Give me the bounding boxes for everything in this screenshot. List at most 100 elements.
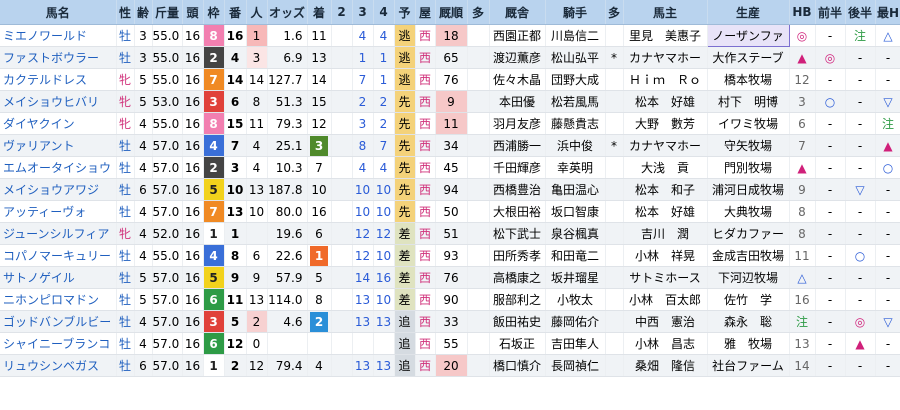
table-row[interactable]: シャイニーブランコ牡 4 57.0 16 6 12 0 追西 55 石坂正 吉田隼人 小林 昌志雅 牧… — [0, 332, 900, 355]
cell-owner[interactable]: 小林 昌志 — [623, 332, 708, 355]
table-row[interactable]: ニホンピロマドン牡 5 57.0 16 6 11 13 114.0 8 13 10 差西 90 服部利之小… — [0, 288, 900, 311]
cell-jockey[interactable]: 亀田温心 — [545, 178, 606, 201]
table-row[interactable]: カクテルドレス牝 5 55.0 16 7 14 14 127.7 14 7 1 逃西 76 佐々木晶 団野大… — [0, 68, 900, 91]
cell-jockey[interactable]: 浜中俊 — [545, 134, 606, 157]
cell-horse-name[interactable]: エムオータイショウ — [0, 156, 117, 179]
cell-breeder[interactable]: 守矢牧場 — [707, 134, 790, 157]
cell-trainer[interactable]: 松下武士 — [489, 222, 546, 245]
header-age[interactable]: 齢 — [134, 0, 153, 25]
cell-jockey[interactable]: 藤懸貴志 — [545, 112, 606, 135]
header-breeder[interactable]: 生産 — [707, 0, 790, 25]
table-row[interactable]: エムオータイショウ牡 4 57.0 16 2 3 4 10.3 7 4 4 先西 45 千田輝彦 幸英明 大浅… — [0, 156, 900, 179]
cell-owner[interactable]: サトミホース — [623, 266, 708, 289]
header-finish[interactable]: 着 — [307, 0, 332, 25]
table-row[interactable]: メイショウヒバリ牝 5 53.0 16 3 6 8 51.3 15 2 2 先西 9 本田優 松若風馬 松本 … — [0, 90, 900, 113]
cell-jockey[interactable]: 幸英明 — [545, 156, 606, 179]
cell-jockey[interactable]: 松若風馬 — [545, 90, 606, 113]
cell-breeder[interactable]: 大典牧場 — [707, 200, 790, 223]
cell-jockey[interactable]: 泉谷楓真 — [545, 222, 606, 245]
table-row[interactable]: メイショウアワジ牡 6 57.0 16 5 10 13 187.8 10 10 10 先西 94 西橋豊治… — [0, 178, 900, 201]
cell-breeder[interactable]: 橋本牧場 — [707, 68, 790, 91]
cell-owner[interactable]: 松本 和子 — [623, 178, 708, 201]
cell-trainer[interactable]: 橋口慎介 — [489, 354, 546, 377]
cell-owner[interactable]: 松本 好雄 — [623, 200, 708, 223]
header-horse-name[interactable]: 馬名 — [0, 0, 117, 25]
table-row[interactable]: ジューンシルフィア牝 4 52.0 16 1 1 19.6 6 12 12 差西 51 松下武士 泉谷楓真… — [0, 222, 900, 245]
cell-horse-name[interactable]: メイショウヒバリ — [0, 90, 117, 113]
cell-jockey[interactable]: 小牧太 — [545, 288, 606, 311]
cell-horse-name[interactable]: サトノゲイル — [0, 266, 117, 289]
cell-trainer[interactable]: 飯田祐史 — [489, 310, 546, 333]
cell-horse-name[interactable]: ダイヤクイン — [0, 112, 117, 135]
cell-trainer[interactable]: 佐々木晶 — [489, 68, 546, 91]
table-row[interactable]: ゴッドバンブルビー牡 4 57.0 16 3 5 2 4.6 2 13 13 追西 33 飯田祐史 藤岡佑介… — [0, 310, 900, 333]
cell-horse-name[interactable]: ジューンシルフィア — [0, 222, 117, 245]
header-prediction[interactable]: 予 — [394, 0, 416, 25]
header-multi[interactable]: 多 — [467, 0, 490, 25]
header-multi-2[interactable]: 多 — [605, 0, 624, 25]
cell-jockey[interactable]: 松山弘平 — [545, 46, 606, 69]
cell-jockey[interactable]: 藤岡佑介 — [545, 310, 606, 333]
cell-horse-name[interactable]: コパノマーキュリー — [0, 244, 117, 267]
cell-breeder[interactable]: 大作ステーブ — [707, 46, 790, 69]
cell-jockey[interactable]: 団野大成 — [545, 68, 606, 91]
cell-horse-name[interactable]: ニホンピロマドン — [0, 288, 117, 311]
cell-horse-name[interactable]: ファストボウラー — [0, 46, 117, 69]
table-row[interactable]: アッティーヴォ牡 4 57.0 16 7 13 10 80.0 16 10 10 先西 50 大根田裕 坂口… — [0, 200, 900, 223]
cell-breeder[interactable]: ヒダカファー — [707, 222, 790, 245]
cell-horse-name[interactable]: カクテルドレス — [0, 68, 117, 91]
cell-breeder[interactable]: ノーザンファ — [706, 24, 790, 47]
header-stable-rank[interactable]: 厩順 — [435, 0, 468, 25]
cell-horse-name[interactable]: ゴッドバンブルビー — [0, 310, 117, 333]
cell-owner[interactable]: 大浅 貢 — [623, 156, 708, 179]
cell-owner[interactable]: 里見 美惠子 — [623, 24, 708, 47]
table-row[interactable]: サトノゲイル牡 5 57.0 16 5 9 9 57.9 5 14 16 差西 76 高橋康之 坂井瑠星 サト… — [0, 266, 900, 289]
cell-breeder[interactable]: 門別牧場 — [707, 156, 790, 179]
cell-trainer[interactable]: 大根田裕 — [489, 200, 546, 223]
cell-owner[interactable]: 小林 百太郎 — [623, 288, 708, 311]
header-gate[interactable]: 枠 — [203, 0, 225, 25]
cell-trainer[interactable]: 服部利之 — [489, 288, 546, 311]
cell-trainer[interactable]: 田所秀孝 — [489, 244, 546, 267]
header-first-half[interactable]: 前半 — [815, 0, 846, 25]
table-row[interactable]: ミエノワールド牡 3 55.0 16 8 16 1 1.6 11 4 4 逃西 18 西園正都 川島信二 里見… — [0, 24, 900, 47]
header-stable-region[interactable]: 屋 — [415, 0, 436, 25]
cell-jockey[interactable]: 吉田隼人 — [545, 332, 606, 355]
cell-horse-name[interactable]: メイショウアワジ — [0, 178, 117, 201]
header-odds[interactable]: オッズ — [267, 0, 308, 25]
header-corner-3[interactable]: 3 — [352, 0, 374, 25]
cell-owner[interactable]: カナヤマホー — [623, 46, 708, 69]
cell-breeder[interactable]: 森永 聡 — [707, 310, 790, 333]
cell-breeder[interactable]: 金成吉田牧場 — [707, 244, 790, 267]
cell-horse-name[interactable]: ヴァリアント — [0, 134, 117, 157]
cell-horse-name[interactable]: シャイニーブランコ — [0, 332, 117, 355]
header-max-h[interactable]: 最H — [875, 0, 900, 25]
cell-breeder[interactable]: 下河辺牧場 — [707, 266, 790, 289]
cell-trainer[interactable]: 羽月友彦 — [489, 112, 546, 135]
cell-owner[interactable]: 小林 祥晃 — [623, 244, 708, 267]
table-row[interactable]: ヴァリアント牡 4 57.0 16 4 7 4 25.1 3 8 7 先西 34 西浦勝一 浜中俊 * カナヤマ… — [0, 134, 900, 157]
header-number[interactable]: 番 — [224, 0, 247, 25]
cell-jockey[interactable]: 和田竜二 — [545, 244, 606, 267]
header-sex[interactable]: 性 — [116, 0, 135, 25]
header-owner[interactable]: 馬主 — [623, 0, 708, 25]
header-jockey[interactable]: 騎手 — [545, 0, 606, 25]
cell-breeder[interactable]: イワミ牧場 — [707, 112, 790, 135]
cell-horse-name[interactable]: アッティーヴォ — [0, 200, 117, 223]
cell-trainer[interactable]: 西浦勝一 — [489, 134, 546, 157]
cell-jockey[interactable]: 川島信二 — [545, 24, 606, 47]
cell-trainer[interactable]: 西橋豊治 — [489, 178, 546, 201]
header-corner-4[interactable]: 4 — [373, 0, 395, 25]
header-field-size[interactable]: 頭 — [182, 0, 204, 25]
cell-owner[interactable]: 松本 好雄 — [623, 90, 708, 113]
table-row[interactable]: ダイヤクイン牝 4 55.0 16 8 15 11 79.3 12 3 2 先西 11 羽月友彦 藤懸貴志大… — [0, 112, 900, 135]
header-corner-2[interactable]: 2 — [331, 0, 353, 25]
cell-breeder[interactable]: 村下 明博 — [707, 90, 790, 113]
cell-owner[interactable]: 桑畑 隆信 — [623, 354, 708, 377]
table-row[interactable]: ファストボウラー牡 3 55.0 16 2 4 3 6.9 13 1 1 逃西 65 渡辺薫彦 松山弘平 * カ… — [0, 46, 900, 69]
cell-owner[interactable]: 大野 數芳 — [623, 112, 708, 135]
cell-owner[interactable]: 吉川 潤 — [623, 222, 708, 245]
cell-trainer[interactable]: 西園正都 — [489, 24, 546, 47]
header-trainer[interactable]: 厩舎 — [489, 0, 546, 25]
cell-trainer[interactable]: 千田輝彦 — [489, 156, 546, 179]
